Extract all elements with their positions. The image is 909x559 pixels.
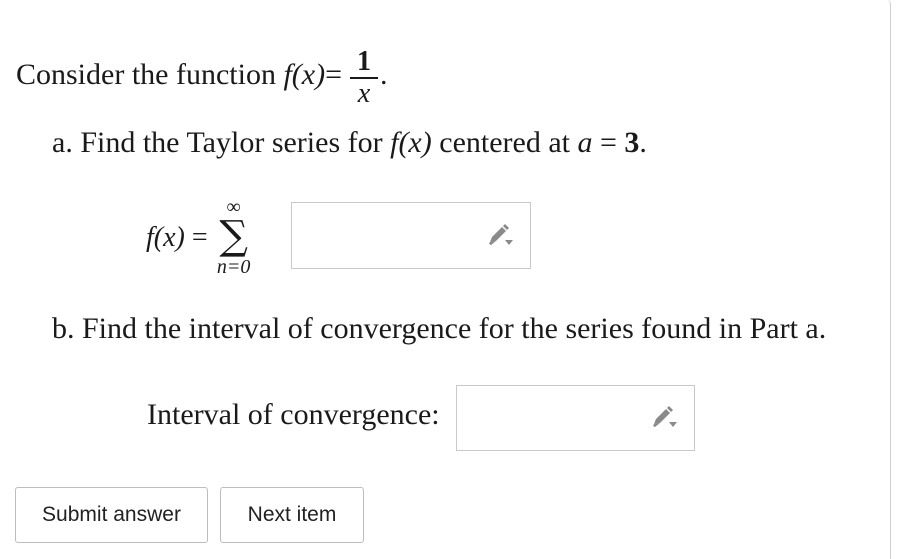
pencil-dropdown-icon[interactable] [486,223,514,248]
summation-symbol: ∞ ∑ n=0 [214,197,254,278]
series-equals: = [184,222,208,253]
interval-label: Interval of convergence: [147,398,440,431]
pencil-dropdown-icon[interactable] [650,406,678,430]
part-a-prompt: a. Find the Taylor series for f(x) cente… [52,126,647,160]
sum-lower-limit: n=0 [216,256,251,278]
part-a-period: . [639,126,647,159]
part-a-middle: centered at [431,126,578,159]
equals-sign: = [325,58,343,91]
intro-text: Consider the function [16,58,276,91]
series-expression: f(x) = ∞ ∑ n=0 [146,196,262,280]
question-intro: Consider the function f(x) = 1 x . [16,44,388,109]
part-a-center-val: 3 [624,126,640,159]
function-lhs: f(x) [283,58,326,91]
function-fraction: 1 x [350,46,379,109]
part-b-prompt: b. Find the interval of convergence for … [52,312,827,345]
fraction-denominator: x [357,78,371,109]
fraction-numerator: 1 [357,46,372,77]
part-a-center-var: a [577,126,593,159]
interval-answer-input[interactable] [456,385,695,451]
taylor-series-answer-input[interactable] [291,202,531,269]
panel-border [887,0,891,559]
part-a-label: a. Find the Taylor series for [52,126,391,159]
series-lhs: f(x) = [146,222,208,254]
submit-answer-button[interactable]: Submit answer [15,487,208,543]
sigma-icon: ∑ [219,213,248,259]
series-lhs-func: f(x) [146,222,185,253]
next-item-button[interactable]: Next item [220,487,364,543]
part-a-center-eq: = [592,126,625,159]
part-a-func: f(x) [390,126,432,159]
intro-period: . [380,58,388,91]
